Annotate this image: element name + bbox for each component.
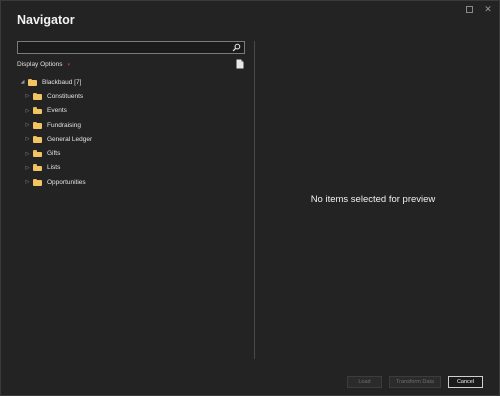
expand-icon[interactable]: ▷ [24, 93, 31, 99]
tree-node-constituents[interactable]: ▷ Constituents [19, 89, 239, 103]
tree-node-blackbaud[interactable]: ◢ Blackbaud [7] [19, 75, 239, 89]
cancel-button[interactable]: Cancel [448, 376, 483, 388]
collapse-icon[interactable]: ◢ [19, 79, 26, 85]
tree-node-gifts[interactable]: ▷ Gifts [19, 146, 239, 160]
search-icon[interactable] [232, 43, 241, 52]
tree-node-opportunities[interactable]: ▷ Opportunities [19, 175, 239, 189]
tree-node-label: General Ledger [47, 135, 93, 143]
folder-icon [33, 135, 42, 143]
search-input[interactable] [17, 41, 245, 54]
navigator-window: ✕ Navigator Display Options ▾ ◢ Blackbau… [0, 0, 500, 396]
folder-icon [28, 78, 37, 86]
navigator-tree: ◢ Blackbaud [7] ▷ Constituents ▷ Events … [19, 75, 239, 189]
folder-icon [33, 121, 42, 129]
expand-icon[interactable]: ▷ [24, 151, 31, 157]
transform-data-button[interactable]: Transform Data [389, 376, 441, 388]
preview-empty-message: No items selected for preview [310, 194, 436, 205]
expand-icon[interactable]: ▷ [24, 165, 31, 171]
tree-node-general-ledger[interactable]: ▷ General Ledger [19, 132, 239, 146]
folder-icon [33, 150, 42, 158]
restore-icon[interactable] [466, 6, 473, 13]
window-controls: ✕ [466, 4, 493, 14]
tree-node-label: Events [47, 107, 67, 115]
tree-node-label: Lists [47, 164, 61, 172]
tree-node-label: Fundraising [47, 121, 81, 129]
expand-icon[interactable]: ▷ [24, 108, 31, 114]
expand-icon[interactable]: ▷ [24, 122, 31, 128]
close-icon[interactable]: ✕ [483, 4, 493, 14]
tree-node-label: Gifts [47, 150, 61, 158]
load-button[interactable]: Load [347, 376, 382, 388]
folder-icon [33, 178, 42, 186]
expand-icon[interactable]: ▷ [24, 136, 31, 142]
refresh-page-icon[interactable] [236, 59, 244, 69]
folder-icon [33, 164, 42, 172]
tree-node-fundraising[interactable]: ▷ Fundraising [19, 118, 239, 132]
tree-node-label: Opportunities [47, 178, 86, 186]
tree-node-label: Constituents [47, 92, 84, 100]
folder-icon [33, 107, 42, 115]
dialog-title: Navigator [17, 13, 75, 27]
tree-node-lists[interactable]: ▷ Lists [19, 161, 239, 175]
display-options-label: Display Options [17, 61, 63, 68]
folder-icon [33, 92, 42, 100]
tree-node-label: Blackbaud [7] [42, 78, 82, 86]
chevron-down-icon: ▾ [67, 61, 71, 68]
tree-node-events[interactable]: ▷ Events [19, 104, 239, 118]
expand-icon[interactable]: ▷ [24, 179, 31, 185]
display-options-dropdown[interactable]: Display Options ▾ [17, 61, 70, 68]
